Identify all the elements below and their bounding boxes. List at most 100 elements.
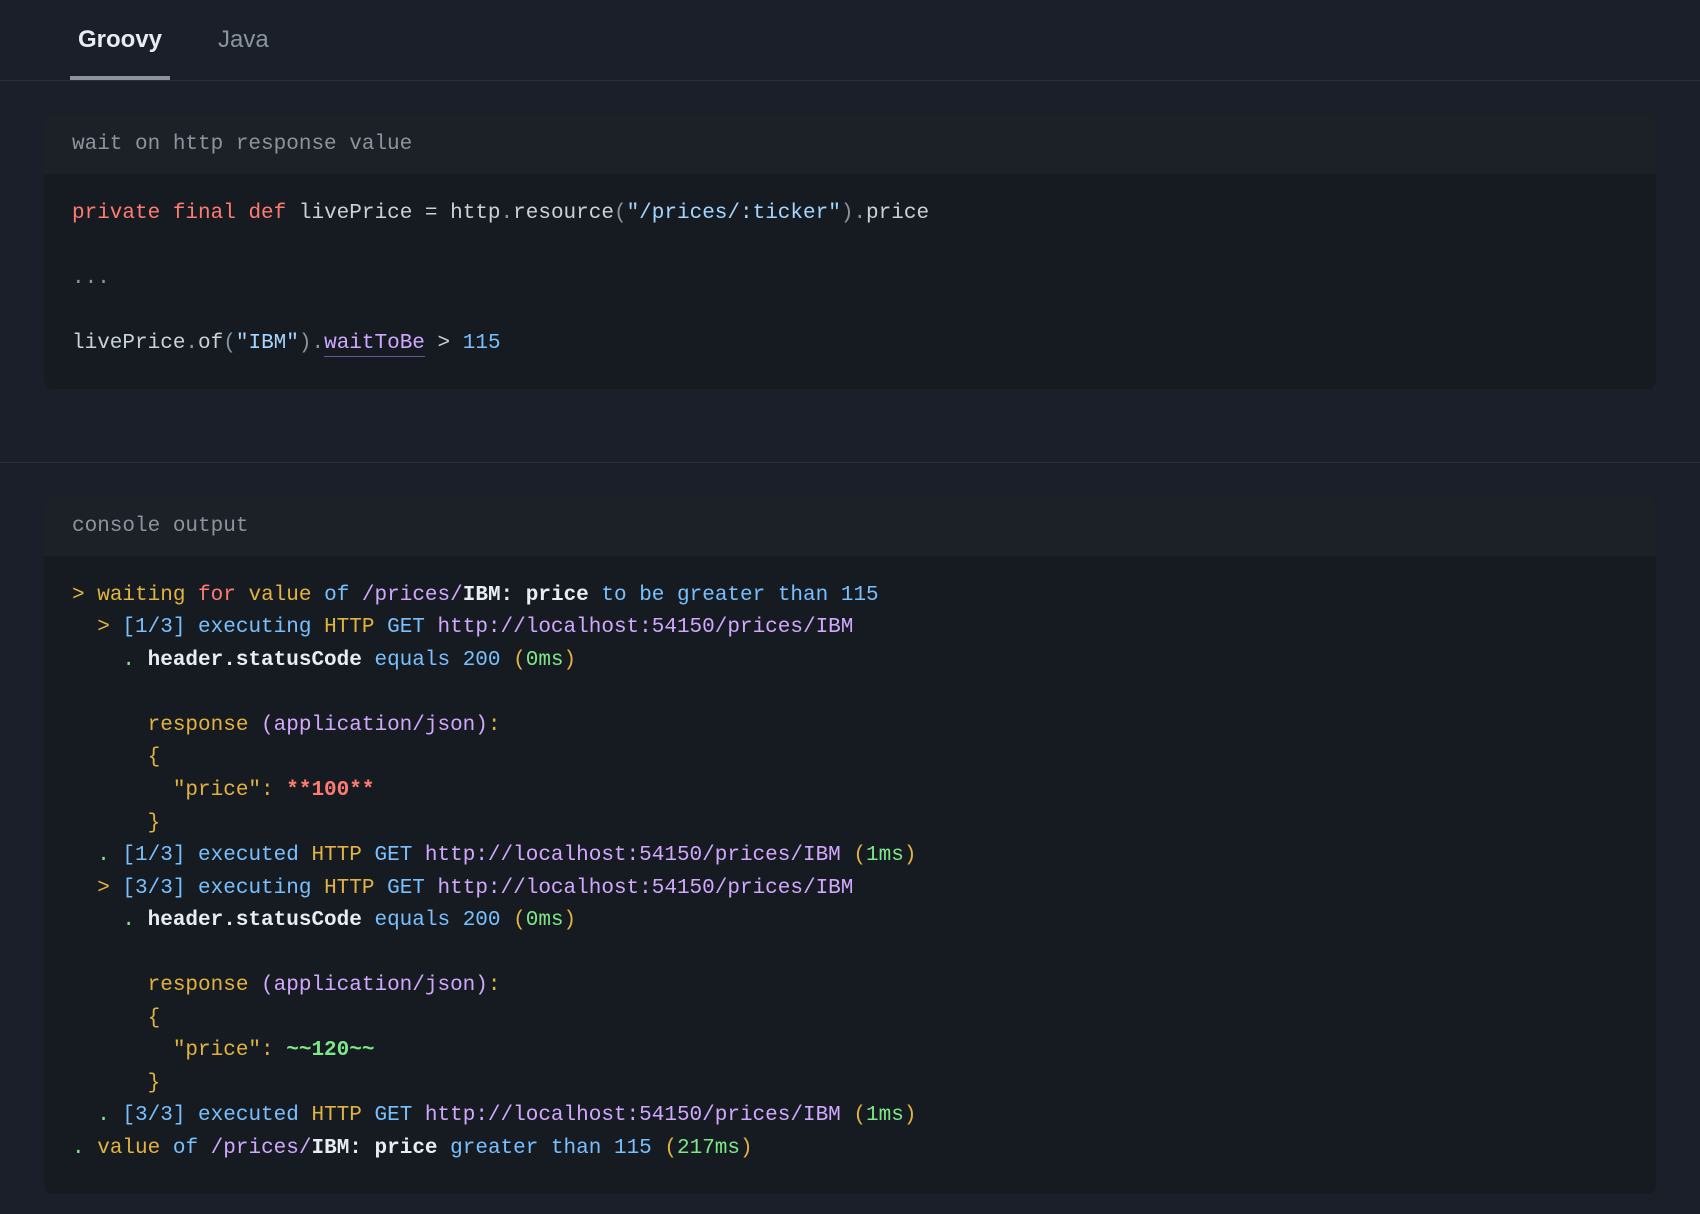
c: (: [853, 1104, 866, 1127]
c: .: [72, 1137, 97, 1160]
kw-final: final: [173, 202, 236, 225]
c: :: [349, 1137, 374, 1160]
c: GET: [374, 844, 424, 867]
c: [3/3]: [122, 1104, 198, 1127]
c: >: [72, 877, 122, 900]
c: equals: [374, 909, 462, 932]
c: :: [261, 779, 286, 802]
c: executed: [198, 1104, 311, 1127]
c: /prices/: [362, 584, 463, 607]
c: executing: [198, 616, 324, 639]
c: header.statusCode: [148, 649, 375, 672]
c: 200: [463, 649, 513, 672]
c: greater than: [450, 1137, 614, 1160]
c: executing: [198, 877, 324, 900]
c: HTTP: [311, 1104, 374, 1127]
c: greater than: [677, 584, 841, 607]
c: :: [501, 584, 526, 607]
c: 217ms: [677, 1137, 740, 1160]
str-path: "/prices/:ticker": [627, 202, 841, 225]
c: 115: [841, 584, 879, 607]
ellipsis: ...: [72, 267, 110, 290]
c: (: [664, 1137, 677, 1160]
c: .: [72, 909, 148, 932]
section-divider: [0, 423, 1700, 463]
c: GET: [374, 1104, 424, 1127]
c: HTTP: [324, 616, 387, 639]
language-tabs: Groovy Java: [0, 0, 1700, 81]
c: (: [513, 649, 526, 672]
c: http://localhost:54150/prices/IBM: [425, 844, 853, 867]
id-liveprice2: livePrice: [72, 332, 185, 355]
c: http://localhost:54150/prices/IBM: [438, 616, 854, 639]
c: IBM: [463, 584, 501, 607]
c-pass-value: ~~120~~: [286, 1039, 374, 1062]
code-body: private final def livePrice = http.resou…: [44, 174, 1656, 389]
c: 1ms: [866, 1104, 904, 1127]
pun-lp: (: [614, 202, 627, 225]
c: (: [513, 909, 526, 932]
c: [72, 974, 148, 997]
c: :: [261, 1039, 286, 1062]
c: IBM: [311, 1137, 349, 1160]
c: :: [488, 974, 501, 997]
pun-rp: ): [841, 202, 854, 225]
c: (: [853, 844, 866, 867]
c: of: [173, 1137, 211, 1160]
c: value: [97, 1137, 173, 1160]
c: response: [148, 714, 261, 737]
console-body: > waiting for value of /prices/IBM: pric…: [44, 556, 1656, 1194]
c: [1/3]: [122, 844, 198, 867]
c: [1/3]: [122, 616, 198, 639]
c: >: [72, 584, 97, 607]
c: "price": [72, 779, 261, 802]
c: :: [488, 714, 501, 737]
c: 200: [463, 909, 513, 932]
c: .: [72, 844, 122, 867]
c: 0ms: [526, 909, 564, 932]
link-waittobe[interactable]: waitToBe: [324, 332, 425, 357]
id-price: price: [866, 202, 929, 225]
c: (application/json): [261, 974, 488, 997]
str-ibm: "IBM": [236, 332, 299, 355]
c: waiting: [97, 584, 198, 607]
c: GET: [387, 616, 437, 639]
c: price: [526, 584, 602, 607]
id-liveprice: livePrice: [299, 202, 412, 225]
op-gt: >: [425, 332, 463, 355]
pun-rp2: ): [299, 332, 312, 355]
c: ): [564, 909, 577, 932]
c: {: [72, 1007, 160, 1030]
c: }: [72, 812, 160, 835]
c: http://localhost:54150/prices/IBM: [438, 877, 854, 900]
c: of: [324, 584, 362, 607]
c: http://localhost:54150/prices/IBM: [425, 1104, 853, 1127]
c: .: [72, 649, 148, 672]
c: value: [248, 584, 324, 607]
c: to be: [601, 584, 677, 607]
tab-groovy[interactable]: Groovy: [70, 0, 170, 80]
id-of: of: [198, 332, 223, 355]
c: 115: [614, 1137, 664, 1160]
c: /prices/: [211, 1137, 312, 1160]
id-http: http: [450, 202, 500, 225]
c: header.statusCode: [148, 909, 375, 932]
page: Groovy Java wait on http response value …: [0, 0, 1700, 1194]
c: 1ms: [866, 844, 904, 867]
op-eq: =: [412, 202, 450, 225]
tab-java[interactable]: Java: [210, 0, 277, 80]
pun-dot3: .: [185, 332, 198, 355]
c: HTTP: [311, 844, 374, 867]
c: equals: [374, 649, 462, 672]
console-header: console output: [44, 497, 1656, 556]
c: ): [904, 1104, 917, 1127]
c: [72, 714, 148, 737]
pun-dot2: .: [853, 202, 866, 225]
c: HTTP: [324, 877, 387, 900]
id-resource: resource: [513, 202, 614, 225]
c: [3/3]: [122, 877, 198, 900]
c: "price": [72, 1039, 261, 1062]
c: }: [72, 1072, 160, 1095]
c: >: [72, 616, 122, 639]
c: ): [564, 649, 577, 672]
